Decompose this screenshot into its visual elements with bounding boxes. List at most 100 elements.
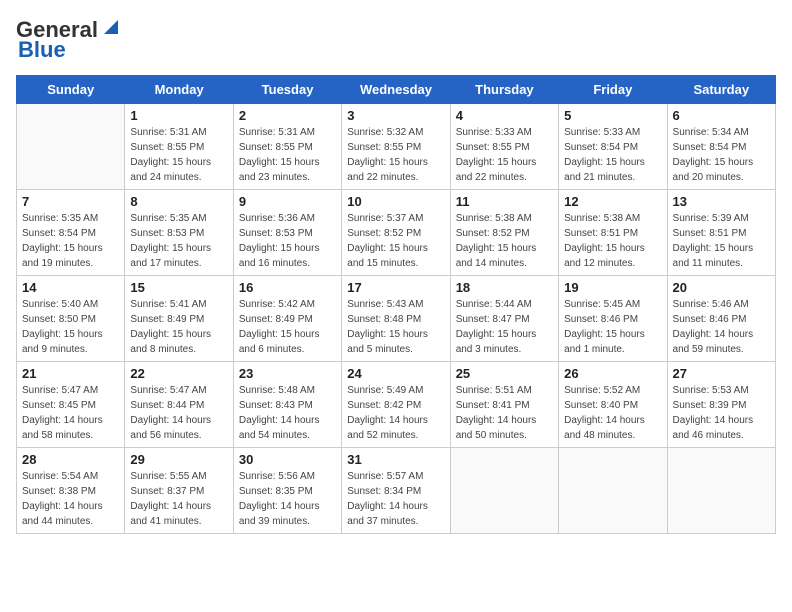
day-info: Sunrise: 5:51 AM Sunset: 8:41 PM Dayligh… — [456, 383, 553, 443]
day-info: Sunrise: 5:33 AM Sunset: 8:54 PM Dayligh… — [564, 125, 661, 185]
calendar-cell: 8 Sunrise: 5:35 AM Sunset: 8:53 PM Daylig… — [125, 190, 233, 276]
day-number: 27 — [673, 366, 770, 381]
day-info: Sunrise: 5:55 AM Sunset: 8:37 PM Dayligh… — [130, 469, 227, 529]
day-info: Sunrise: 5:40 AM Sunset: 8:50 PM Dayligh… — [22, 297, 119, 357]
calendar-cell: 23 Sunrise: 5:48 AM Sunset: 8:43 PM Dayli… — [233, 362, 341, 448]
day-number: 1 — [130, 108, 227, 123]
day-info: Sunrise: 5:35 AM Sunset: 8:53 PM Dayligh… — [130, 211, 227, 271]
day-number: 20 — [673, 280, 770, 295]
day-info: Sunrise: 5:38 AM Sunset: 8:51 PM Dayligh… — [564, 211, 661, 271]
day-of-week-header: Monday — [125, 76, 233, 104]
day-number: 14 — [22, 280, 119, 295]
day-number: 18 — [456, 280, 553, 295]
day-number: 31 — [347, 452, 444, 467]
day-number: 3 — [347, 108, 444, 123]
calendar-cell — [559, 448, 667, 534]
day-number: 21 — [22, 366, 119, 381]
day-info: Sunrise: 5:44 AM Sunset: 8:47 PM Dayligh… — [456, 297, 553, 357]
calendar-cell: 3 Sunrise: 5:32 AM Sunset: 8:55 PM Daylig… — [342, 104, 450, 190]
calendar-cell: 31 Sunrise: 5:57 AM Sunset: 8:34 PM Dayli… — [342, 448, 450, 534]
day-number: 15 — [130, 280, 227, 295]
day-info: Sunrise: 5:48 AM Sunset: 8:43 PM Dayligh… — [239, 383, 336, 443]
day-number: 6 — [673, 108, 770, 123]
day-of-week-header: Thursday — [450, 76, 558, 104]
day-info: Sunrise: 5:54 AM Sunset: 8:38 PM Dayligh… — [22, 469, 119, 529]
calendar-week-row: 14 Sunrise: 5:40 AM Sunset: 8:50 PM Dayli… — [17, 276, 776, 362]
calendar-cell: 29 Sunrise: 5:55 AM Sunset: 8:37 PM Dayli… — [125, 448, 233, 534]
calendar-cell: 15 Sunrise: 5:41 AM Sunset: 8:49 PM Dayli… — [125, 276, 233, 362]
day-number: 19 — [564, 280, 661, 295]
calendar-cell — [667, 448, 775, 534]
day-info: Sunrise: 5:47 AM Sunset: 8:44 PM Dayligh… — [130, 383, 227, 443]
day-info: Sunrise: 5:53 AM Sunset: 8:39 PM Dayligh… — [673, 383, 770, 443]
calendar-cell: 12Sunrise: 5:38 AM Sunset: 8:51 PM Dayli… — [559, 190, 667, 276]
logo-arrow-icon — [100, 16, 122, 38]
calendar-cell: 11Sunrise: 5:38 AM Sunset: 8:52 PM Dayli… — [450, 190, 558, 276]
day-info: Sunrise: 5:41 AM Sunset: 8:49 PM Dayligh… — [130, 297, 227, 357]
day-info: Sunrise: 5:47 AM Sunset: 8:45 PM Dayligh… — [22, 383, 119, 443]
calendar-cell: 1 Sunrise: 5:31 AM Sunset: 8:55 PM Daylig… — [125, 104, 233, 190]
day-number: 23 — [239, 366, 336, 381]
calendar-cell: 21 Sunrise: 5:47 AM Sunset: 8:45 PM Dayli… — [17, 362, 125, 448]
page-header: General Blue — [16, 16, 776, 63]
calendar-cell: 16 Sunrise: 5:42 AM Sunset: 8:49 PM Dayli… — [233, 276, 341, 362]
calendar-cell — [450, 448, 558, 534]
calendar-cell: 22 Sunrise: 5:47 AM Sunset: 8:44 PM Dayli… — [125, 362, 233, 448]
day-number: 28 — [22, 452, 119, 467]
calendar-cell: 10Sunrise: 5:37 AM Sunset: 8:52 PM Dayli… — [342, 190, 450, 276]
day-number: 8 — [130, 194, 227, 209]
day-number: 26 — [564, 366, 661, 381]
day-info: Sunrise: 5:34 AM Sunset: 8:54 PM Dayligh… — [673, 125, 770, 185]
day-info: Sunrise: 5:57 AM Sunset: 8:34 PM Dayligh… — [347, 469, 444, 529]
day-number: 7 — [22, 194, 119, 209]
day-info: Sunrise: 5:49 AM Sunset: 8:42 PM Dayligh… — [347, 383, 444, 443]
day-info: Sunrise: 5:31 AM Sunset: 8:55 PM Dayligh… — [130, 125, 227, 185]
calendar-cell: 6 Sunrise: 5:34 AM Sunset: 8:54 PM Daylig… — [667, 104, 775, 190]
calendar-cell: 2Sunrise: 5:31 AM Sunset: 8:55 PM Daylig… — [233, 104, 341, 190]
calendar-cell: 13Sunrise: 5:39 AM Sunset: 8:51 PM Dayli… — [667, 190, 775, 276]
day-of-week-header: Sunday — [17, 76, 125, 104]
day-info: Sunrise: 5:45 AM Sunset: 8:46 PM Dayligh… — [564, 297, 661, 357]
calendar-week-row: 7 Sunrise: 5:35 AM Sunset: 8:54 PM Daylig… — [17, 190, 776, 276]
calendar-week-row: 21 Sunrise: 5:47 AM Sunset: 8:45 PM Dayli… — [17, 362, 776, 448]
calendar-cell: 4 Sunrise: 5:33 AM Sunset: 8:55 PM Daylig… — [450, 104, 558, 190]
calendar-cell: 5 Sunrise: 5:33 AM Sunset: 8:54 PM Daylig… — [559, 104, 667, 190]
calendar-cell: 28 Sunrise: 5:54 AM Sunset: 8:38 PM Dayli… — [17, 448, 125, 534]
calendar-cell: 17Sunrise: 5:43 AM Sunset: 8:48 PM Dayli… — [342, 276, 450, 362]
day-number: 29 — [130, 452, 227, 467]
calendar-cell: 9Sunrise: 5:36 AM Sunset: 8:53 PM Daylig… — [233, 190, 341, 276]
calendar-cell: 7 Sunrise: 5:35 AM Sunset: 8:54 PM Daylig… — [17, 190, 125, 276]
calendar-cell: 27 Sunrise: 5:53 AM Sunset: 8:39 PM Dayli… — [667, 362, 775, 448]
calendar-week-row: 1 Sunrise: 5:31 AM Sunset: 8:55 PM Daylig… — [17, 104, 776, 190]
day-number: 5 — [564, 108, 661, 123]
day-number: 30 — [239, 452, 336, 467]
day-info: Sunrise: 5:33 AM Sunset: 8:55 PM Dayligh… — [456, 125, 553, 185]
day-number: 4 — [456, 108, 553, 123]
calendar-cell: 19 Sunrise: 5:45 AM Sunset: 8:46 PM Dayli… — [559, 276, 667, 362]
calendar-cell: 24Sunrise: 5:49 AM Sunset: 8:42 PM Dayli… — [342, 362, 450, 448]
day-info: Sunrise: 5:46 AM Sunset: 8:46 PM Dayligh… — [673, 297, 770, 357]
day-number: 25 — [456, 366, 553, 381]
day-number: 11 — [456, 194, 553, 209]
day-info: Sunrise: 5:43 AM Sunset: 8:48 PM Dayligh… — [347, 297, 444, 357]
logo: General Blue — [16, 16, 122, 63]
day-number: 2 — [239, 108, 336, 123]
day-of-week-header: Wednesday — [342, 76, 450, 104]
logo-blue: Blue — [18, 37, 66, 63]
day-info: Sunrise: 5:39 AM Sunset: 8:51 PM Dayligh… — [673, 211, 770, 271]
day-number: 10 — [347, 194, 444, 209]
calendar-cell: 18 Sunrise: 5:44 AM Sunset: 8:47 PM Dayli… — [450, 276, 558, 362]
calendar-cell: 30Sunrise: 5:56 AM Sunset: 8:35 PM Dayli… — [233, 448, 341, 534]
day-number: 16 — [239, 280, 336, 295]
calendar-header-row: SundayMondayTuesdayWednesdayThursdayFrid… — [17, 76, 776, 104]
calendar-cell: 20 Sunrise: 5:46 AM Sunset: 8:46 PM Dayli… — [667, 276, 775, 362]
day-of-week-header: Saturday — [667, 76, 775, 104]
day-of-week-header: Tuesday — [233, 76, 341, 104]
calendar-cell: 25 Sunrise: 5:51 AM Sunset: 8:41 PM Dayli… — [450, 362, 558, 448]
day-of-week-header: Friday — [559, 76, 667, 104]
calendar-cell — [17, 104, 125, 190]
day-info: Sunrise: 5:32 AM Sunset: 8:55 PM Dayligh… — [347, 125, 444, 185]
day-info: Sunrise: 5:42 AM Sunset: 8:49 PM Dayligh… — [239, 297, 336, 357]
day-info: Sunrise: 5:35 AM Sunset: 8:54 PM Dayligh… — [22, 211, 119, 271]
day-number: 22 — [130, 366, 227, 381]
